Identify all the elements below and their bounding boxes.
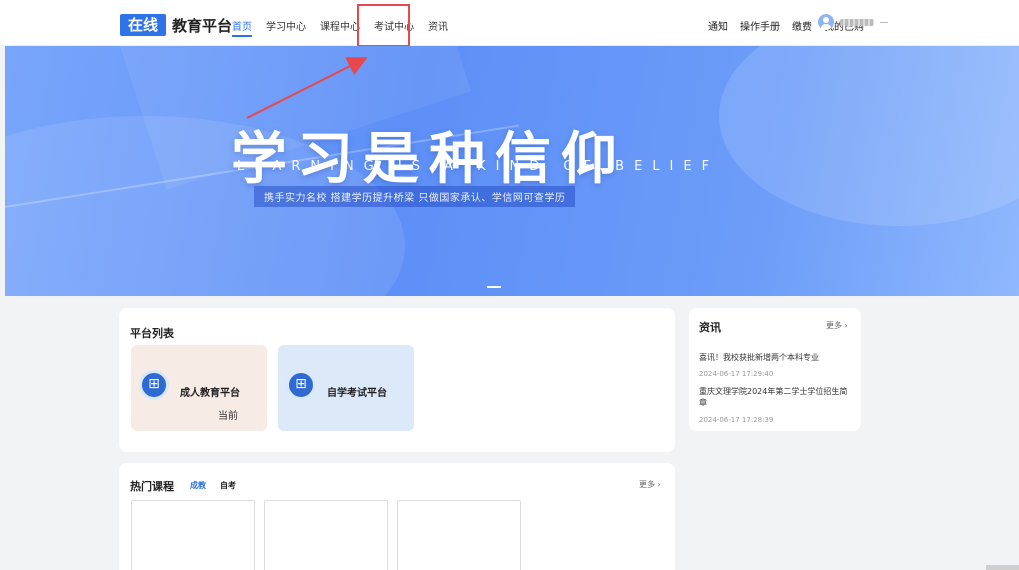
course-card[interactable] <box>397 500 521 570</box>
exam-center-highlight <box>357 4 410 47</box>
news-item[interactable]: 重庆文理学院2024年第二学士学位招生简章 <box>699 386 855 408</box>
carousel-indicator[interactable] <box>487 286 501 288</box>
site-logo[interactable]: 在线 教育平台 <box>120 14 232 36</box>
platform-adult-education[interactable]: 成人教育平台 当前 <box>131 345 267 431</box>
platform-self-study-exam[interactable]: 自学考试平台 <box>278 345 414 431</box>
course-card[interactable] <box>264 500 388 570</box>
news-card: 资讯 更多 › 喜讯！我校获批新增两个本科专业 2024-06-17 17:29… <box>689 308 861 431</box>
nav-learning-center[interactable]: 学习中心 <box>266 18 306 33</box>
news-more-link[interactable]: 更多 › <box>826 320 848 331</box>
logo-text: 教育平台 <box>172 16 233 35</box>
payment-link[interactable]: 缴费 <box>792 18 812 33</box>
nav-home[interactable]: 首页 <box>232 18 252 37</box>
tab-self-study[interactable]: 自考 <box>220 480 236 491</box>
banner-slogan: 携手实力名校 搭建学历提升桥梁 只做国家承认、学信网可查学历 <box>254 186 576 207</box>
manual-link[interactable]: 操作手册 <box>740 18 780 33</box>
platform-list-title: 平台列表 <box>130 327 174 340</box>
banner-title: 学习是种信仰 <box>231 127 627 192</box>
platform-list-card: 平台列表 成人教育平台 当前 自学考试平台 <box>119 308 675 452</box>
main-nav: 首页 学习中心 课程中心 考试中心 资讯 <box>232 18 448 37</box>
news-title: 资讯 <box>699 321 721 334</box>
scrollbar[interactable] <box>986 565 1019 570</box>
notifications-link[interactable]: 通知 <box>708 18 728 33</box>
user-menu[interactable] <box>818 14 888 30</box>
banner-subtitle: LEARNING IS A KIND OF BELIEF <box>237 159 720 174</box>
username-redacted <box>840 18 874 26</box>
news-date: 2024-06-17 17:28:39 <box>699 416 774 424</box>
school-emblem-icon <box>286 370 316 400</box>
course-card[interactable] <box>131 500 255 570</box>
school-emblem-icon <box>139 370 169 400</box>
news-date: 2024-06-17 17:29:40 <box>699 370 774 378</box>
hot-courses-title: 热门课程 <box>130 480 174 493</box>
dropdown-icon <box>880 21 888 23</box>
courses-more-link[interactable]: 更多 › <box>639 479 661 490</box>
hero-banner[interactable]: 学习是种信仰 LEARNING IS A KIND OF BELIEF 携手实力… <box>5 46 1019 296</box>
avatar-icon <box>818 14 834 30</box>
platform-name: 自学考试平台 <box>327 388 387 399</box>
current-badge: 当前 <box>218 411 238 422</box>
tab-adult-education[interactable]: 成教 <box>190 480 206 491</box>
platform-name: 成人教育平台 <box>180 388 240 399</box>
logo-badge: 在线 <box>120 14 167 36</box>
top-header: 在线 教育平台 首页 学习中心 课程中心 考试中心 资讯 通知 操作手册 缴费 … <box>0 0 1019 47</box>
news-item[interactable]: 喜讯！我校获批新增两个本科专业 <box>699 352 855 363</box>
hot-courses-card: 热门课程 成教 自考 更多 › <box>119 463 675 570</box>
nav-news[interactable]: 资讯 <box>428 18 448 33</box>
nav-course-center[interactable]: 课程中心 <box>320 18 360 33</box>
